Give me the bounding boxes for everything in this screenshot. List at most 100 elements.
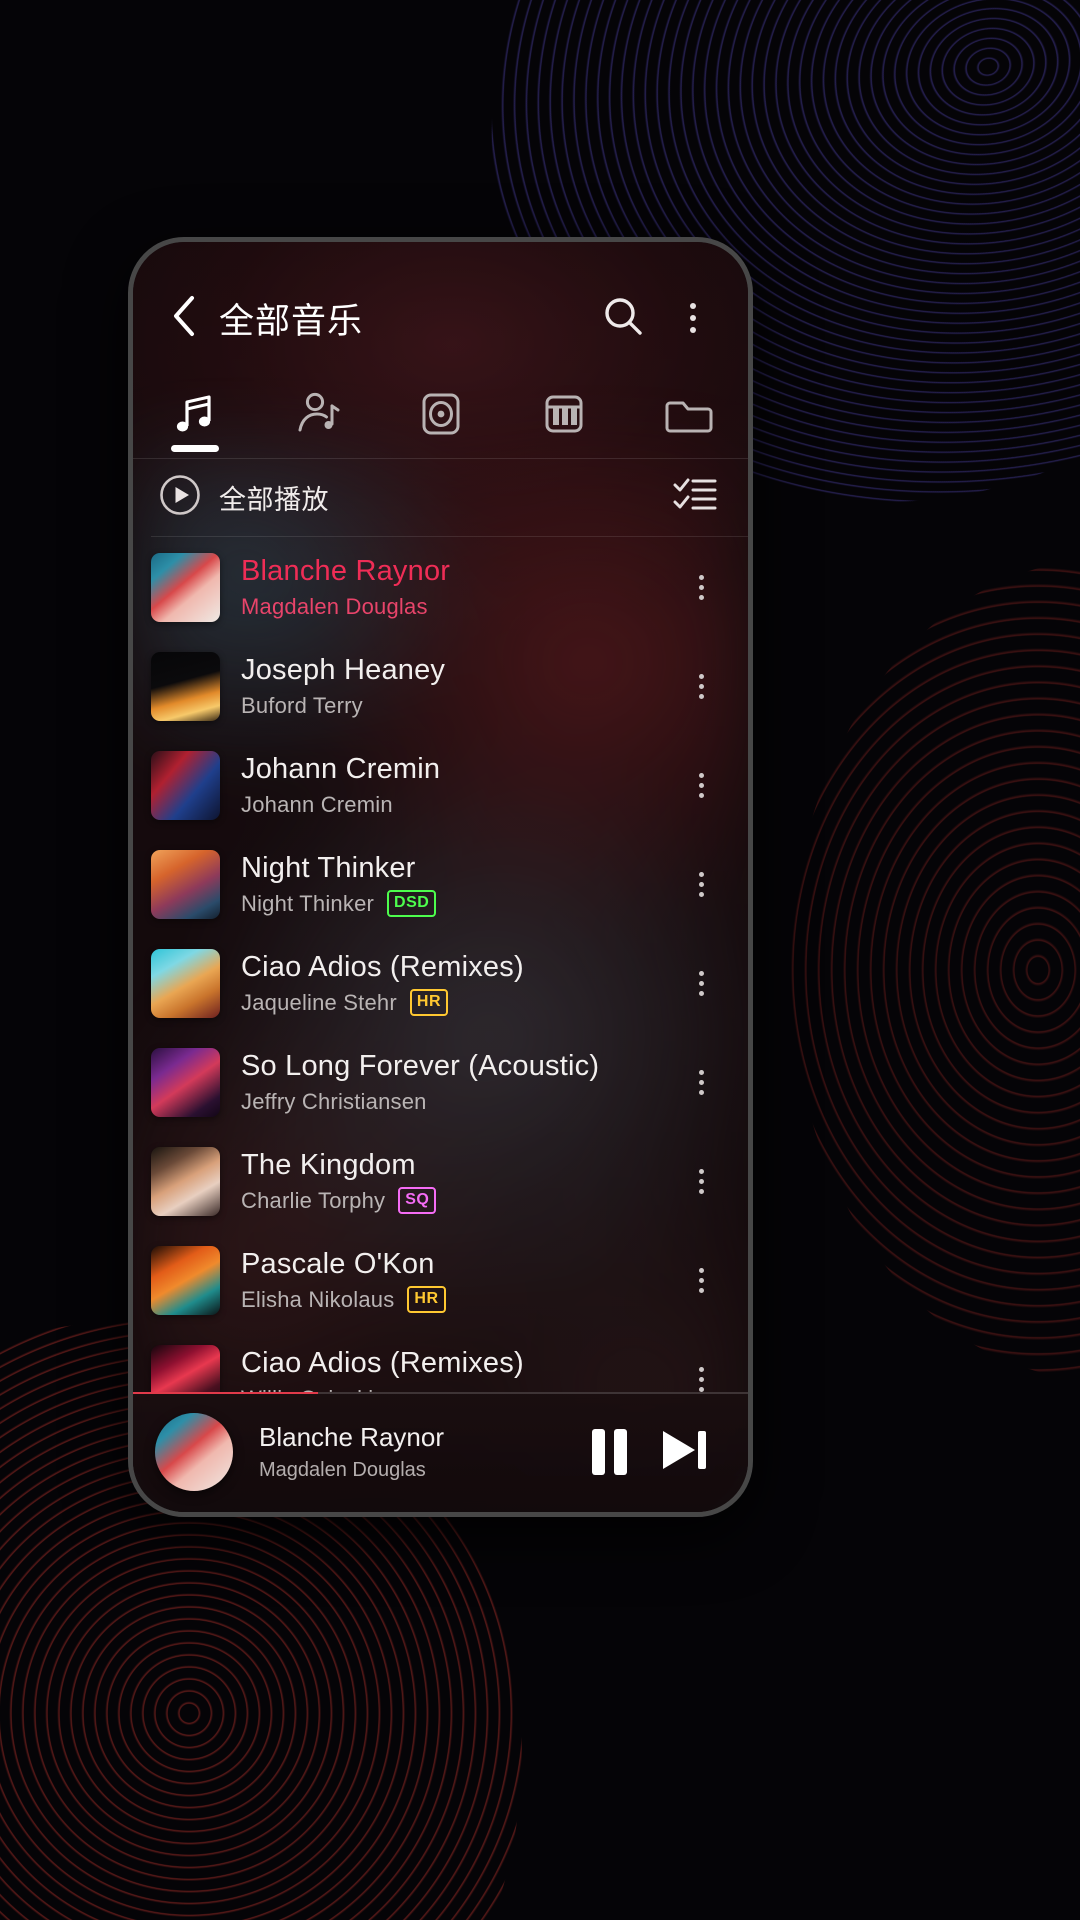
now-playing-title: Blanche Raynor: [259, 1422, 444, 1452]
track-overflow-button[interactable]: [674, 949, 728, 1019]
track-overflow-button[interactable]: [674, 1048, 728, 1118]
track-title: Blanche Raynor: [241, 555, 451, 588]
multi-select-button[interactable]: [668, 471, 722, 525]
track-subline: Elisha Nikolaus HR: [241, 1286, 674, 1314]
track-row[interactable]: Ciao Adios (Remixes)Willis Osinski: [133, 1330, 748, 1392]
track-subline: Jeffry Christiansen: [241, 1089, 674, 1115]
track-overflow-button[interactable]: [674, 1345, 728, 1392]
track-overflow-button[interactable]: [674, 652, 728, 722]
track-row[interactable]: Night Thinker Night Thinker DSD: [133, 835, 748, 934]
folder-icon: [661, 388, 713, 440]
playback-progress-bar[interactable]: [133, 1392, 748, 1394]
tab-albums[interactable]: [379, 370, 502, 458]
playback-progress-fill: [133, 1392, 318, 1394]
track-meta: Blanche Raynor Magdalen Douglas: [241, 555, 674, 619]
more-vertical-icon: [698, 1169, 704, 1194]
track-subline: Magdalen Douglas: [241, 594, 674, 620]
play-all-bar: 全部播放: [133, 459, 748, 536]
pause-button[interactable]: [572, 1415, 646, 1489]
track-title: So Long Forever (Acoustic): [241, 1050, 600, 1083]
track-subline: Charlie Torphy SQ: [241, 1187, 674, 1215]
track-artist: Charlie Torphy: [241, 1187, 386, 1213]
track-artwork: [151, 1246, 220, 1315]
track-subline: Johann Cremin: [241, 792, 674, 818]
back-button[interactable]: [161, 295, 207, 341]
play-circle-icon: [159, 474, 201, 521]
track-artwork: [151, 949, 220, 1018]
track-row[interactable]: Joseph Heaney Buford Terry: [133, 637, 748, 736]
search-icon: [601, 294, 645, 343]
track-overflow-button[interactable]: [674, 1147, 728, 1217]
more-vertical-icon: [698, 1070, 704, 1095]
track-artwork: [151, 553, 220, 622]
track-subline: Jaqueline Stehr HR: [241, 989, 674, 1017]
more-vertical-icon: [698, 1367, 704, 1392]
play-all-label: 全部播放: [219, 485, 329, 515]
category-tab-bar: [133, 370, 748, 458]
track-row[interactable]: The Kingdom Charlie Torphy SQ: [133, 1132, 748, 1231]
play-all-button[interactable]: 全部播放: [159, 474, 329, 521]
track-artwork: [151, 1048, 220, 1117]
overflow-menu-button[interactable]: [666, 291, 720, 345]
more-vertical-icon: [698, 575, 704, 600]
track-meta: Johann Cremin Johann Cremin: [241, 753, 674, 817]
track-list[interactable]: Blanche Raynor Magdalen Douglas Joseph Hea…: [133, 538, 748, 1392]
quality-badge-sq: SQ: [398, 1187, 437, 1215]
track-artist: Elisha Nikolaus: [241, 1286, 395, 1312]
track-title: Pascale O'Kon: [241, 1247, 435, 1280]
track-meta: Pascale O'Kon Elisha Nikolaus HR: [241, 1247, 674, 1314]
track-meta: Night Thinker Night Thinker DSD: [241, 851, 674, 918]
track-artwork: [151, 652, 220, 721]
track-title: The Kingdom: [241, 1148, 416, 1181]
track-overflow-button[interactable]: [674, 1246, 728, 1316]
track-artwork: [151, 1345, 220, 1392]
tab-genres[interactable]: [502, 370, 625, 458]
phone-frame: 全部音乐 全部播放 Blanche Raynor Magdalen Dougla…: [128, 237, 753, 1517]
track-row[interactable]: Blanche Raynor Magdalen Douglas: [133, 538, 748, 637]
track-artist: Buford Terry: [241, 692, 363, 718]
quality-badge-dsd: DSD: [387, 890, 437, 918]
now-playing-artwork[interactable]: [155, 1413, 233, 1491]
track-title: Ciao Adios (Remixes): [241, 1347, 524, 1380]
track-artist: Night Thinker: [241, 890, 375, 916]
track-artist: Jaqueline Stehr: [241, 989, 397, 1015]
track-artwork: [151, 1147, 220, 1216]
page-title: 全部音乐: [219, 301, 364, 341]
now-playing-artist: Magdalen Douglas: [259, 1459, 426, 1481]
track-row[interactable]: So Long Forever (Acoustic) Jeffry Christi…: [133, 1033, 748, 1132]
quality-badge-hr: HR: [407, 1286, 446, 1314]
track-row[interactable]: Ciao Adios (Remixes) Jaqueline Stehr HR: [133, 934, 748, 1033]
track-title: Ciao Adios (Remixes): [241, 950, 524, 983]
track-artist: Jeffry Christiansen: [241, 1088, 427, 1114]
track-title: Night Thinker: [241, 851, 416, 884]
track-overflow-button[interactable]: [674, 751, 728, 821]
active-tab-indicator: [170, 445, 219, 452]
more-vertical-icon: [698, 872, 704, 897]
tab-songs[interactable]: [133, 370, 256, 458]
track-row[interactable]: Johann Cremin Johann Cremin: [133, 736, 748, 835]
album-disc-icon: [415, 388, 467, 440]
piano-keys-icon: [538, 388, 590, 440]
next-track-button[interactable]: [646, 1415, 720, 1489]
chevron-left-icon: [171, 294, 197, 343]
phone-screen: 全部音乐 全部播放 Blanche Raynor Magdalen Dougla…: [133, 242, 748, 1512]
music-note-icon: [169, 388, 221, 440]
track-artwork: [151, 751, 220, 820]
track-artist: Johann Cremin: [241, 791, 393, 817]
checklist-icon: [673, 476, 717, 519]
track-row[interactable]: Pascale O'Kon Elisha Nikolaus HR: [133, 1231, 748, 1330]
skip-next-icon: [655, 1424, 711, 1481]
now-playing-bar[interactable]: Blanche Raynor Magdalen Douglas: [133, 1392, 748, 1512]
track-title: Joseph Heaney: [241, 654, 446, 687]
track-overflow-button[interactable]: [674, 553, 728, 623]
search-button[interactable]: [596, 291, 650, 345]
track-meta: So Long Forever (Acoustic) Jeffry Christi…: [241, 1050, 674, 1114]
tab-folders[interactable]: [625, 370, 748, 458]
more-vertical-icon: [698, 773, 704, 798]
track-meta: The Kingdom Charlie Torphy SQ: [241, 1148, 674, 1215]
pause-icon-bar-2: [613, 1429, 627, 1475]
tab-artists[interactable]: [256, 370, 379, 458]
track-overflow-button[interactable]: [674, 850, 728, 920]
now-playing-meta: Blanche Raynor Magdalen Douglas: [259, 1422, 572, 1482]
track-meta: Joseph Heaney Buford Terry: [241, 654, 674, 718]
